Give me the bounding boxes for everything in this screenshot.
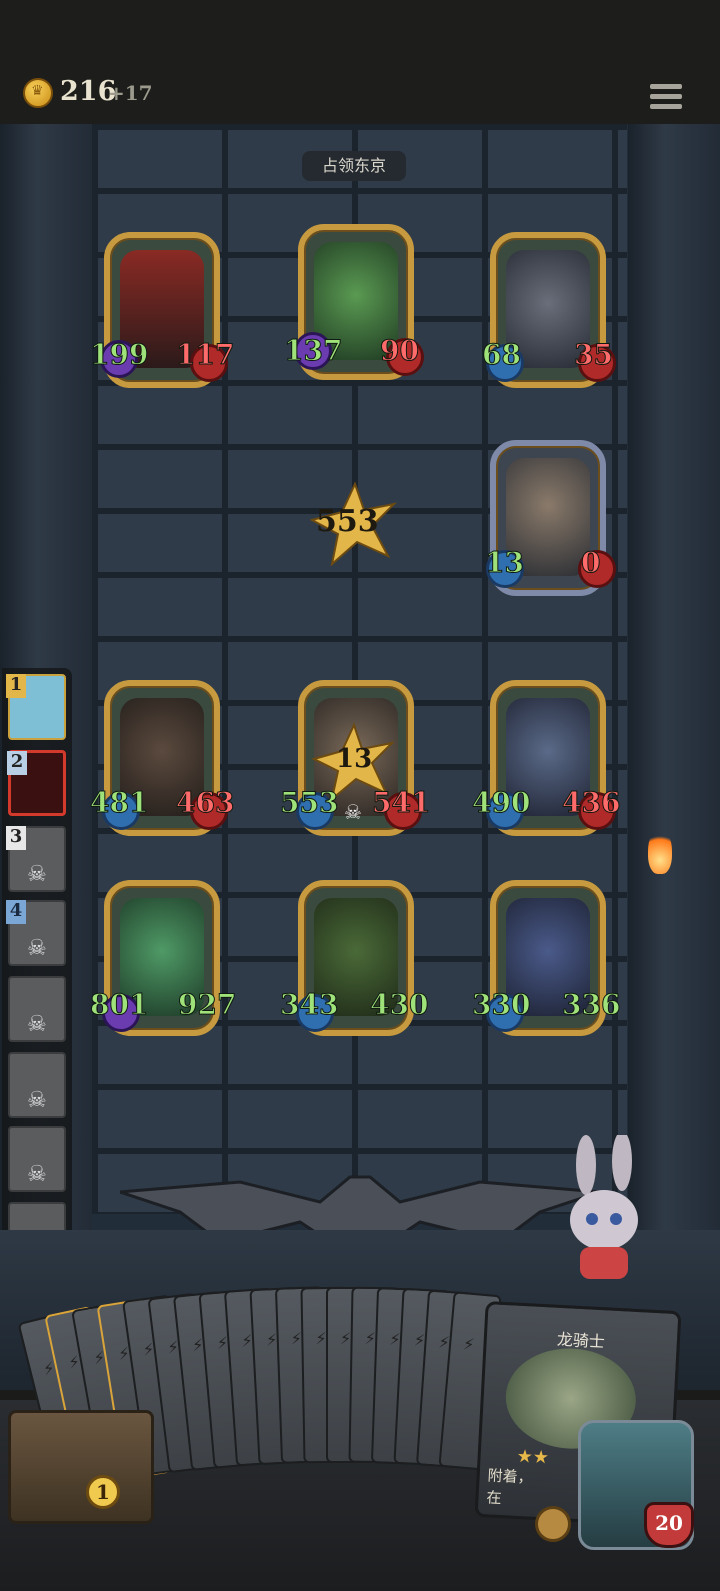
turn-order-list: 1 2 3☠ 4☠ ☠ ☠ ☠ ☠ — [2, 668, 72, 1276]
skull-icon: ☠ — [27, 936, 47, 961]
treasure-chest-icon[interactable] — [8, 1410, 154, 1524]
turn-portrait-4[interactable]: 4 ☠ — [6, 900, 66, 966]
bunny-mascot-icon — [570, 1135, 638, 1279]
player-hp: 927 — [177, 988, 237, 1022]
enemy-atk: 68 — [482, 338, 522, 372]
turn-number: 1 — [6, 674, 26, 698]
enemy-atk: 13 — [485, 546, 525, 580]
player-hp: 463 — [175, 786, 235, 820]
featured-card-desc-2: 在 — [486, 1488, 502, 1508]
enemy-hp: 117 — [175, 338, 235, 372]
damage-value: 13 — [336, 744, 373, 774]
player-atk: 481 — [89, 786, 149, 820]
player-atk: 343 — [279, 988, 339, 1022]
enemy-hp: 0 — [580, 546, 601, 580]
skull-icon: ☠ — [27, 1088, 47, 1113]
turn-portrait-7[interactable]: ☠ — [8, 1126, 66, 1192]
right-pillar — [628, 124, 720, 1264]
player-atk: 490 — [471, 786, 531, 820]
enemy-hp: 90 — [380, 334, 420, 368]
player-atk: 801 — [89, 988, 149, 1022]
player-hp: 436 — [561, 786, 621, 820]
player-atk: 330 — [471, 988, 531, 1022]
menu-icon[interactable] — [650, 84, 682, 114]
turn-portrait-1[interactable]: 1 — [6, 674, 66, 740]
turn-portrait-2[interactable]: 2 — [7, 750, 66, 816]
player-atk: 553 — [279, 786, 339, 820]
chest-count: 1 — [86, 1475, 120, 1509]
enemy-atk: 137 — [283, 334, 343, 368]
turn-portrait-5[interactable]: ☠ — [8, 976, 66, 1042]
enemy-total-power: 553 — [316, 504, 379, 539]
player-hp: 430 — [369, 988, 429, 1022]
enemy-atk: 199 — [89, 338, 149, 372]
skull-icon: ☠ — [27, 1162, 47, 1187]
skull-icon: ☠ — [27, 862, 47, 887]
gold-income: +17 — [108, 81, 153, 105]
player-hp: 336 — [561, 988, 621, 1022]
enemy-hp: 35 — [574, 338, 614, 372]
turn-portrait-3[interactable]: 3 ☠ — [6, 826, 66, 892]
skull-icon: ☠ — [27, 1012, 47, 1037]
turn-portrait-6[interactable]: ☠ — [8, 1052, 66, 1118]
hero-hp: 20 — [644, 1502, 694, 1548]
hero-skill-button[interactable] — [535, 1506, 571, 1542]
player-hp: 541 — [371, 786, 431, 820]
top-bar: 216 +17 — [0, 0, 720, 124]
level-title: 占领东京 — [302, 151, 406, 181]
gold-coin-icon — [23, 78, 53, 108]
turn-number: 3 — [6, 826, 26, 850]
turn-number: 2 — [7, 751, 27, 775]
featured-card-desc: 附着， — [487, 1466, 534, 1487]
turn-number: 4 — [6, 900, 26, 924]
torch-flame-icon — [648, 828, 672, 874]
skull-icon: ☠ — [344, 800, 362, 824]
